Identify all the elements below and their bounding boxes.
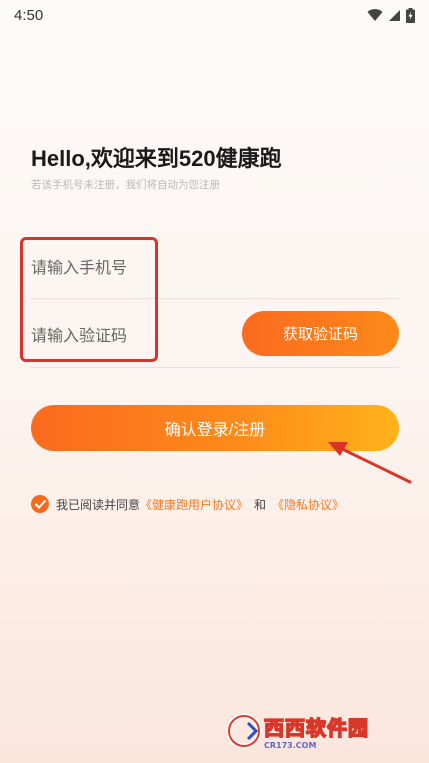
battery-charging-icon [406, 7, 415, 23]
watermark: 西西软件园 CR173.COM [226, 712, 369, 750]
get-code-button[interactable]: 获取验证码 [242, 311, 399, 356]
annotation-highlight-box [20, 237, 158, 362]
agreement-conjunction: 和 [254, 497, 267, 512]
status-bar: 4:50 [0, 0, 429, 30]
agreement-text: 我已阅读并同意 [56, 497, 141, 512]
page-title: Hello,欢迎来到520健康跑 [31, 146, 282, 171]
watermark-domain: CR173.COM [264, 741, 317, 750]
privacy-agreement-link[interactable]: 《隐私协议》 [272, 496, 344, 513]
check-icon [34, 499, 46, 508]
watermark-logo-icon [226, 713, 262, 749]
divider [31, 367, 399, 368]
page-subtitle: 若该手机号未注册，我们将自动为您注册 [31, 179, 220, 191]
agreement-checkbox[interactable] [31, 495, 49, 513]
user-agreement-link[interactable]: 《健康跑用户协议》 [140, 496, 248, 513]
status-time: 4:50 [14, 6, 44, 24]
annotation-arrow-icon [328, 442, 412, 484]
watermark-brand: 西西软件园 [263, 717, 369, 741]
status-icons [367, 7, 415, 23]
agreement-row: 我已阅读并同意 《健康跑用户协议》 和 《隐私协议》 [31, 495, 344, 513]
cellular-signal-icon [389, 9, 400, 21]
wifi-icon [367, 8, 383, 21]
